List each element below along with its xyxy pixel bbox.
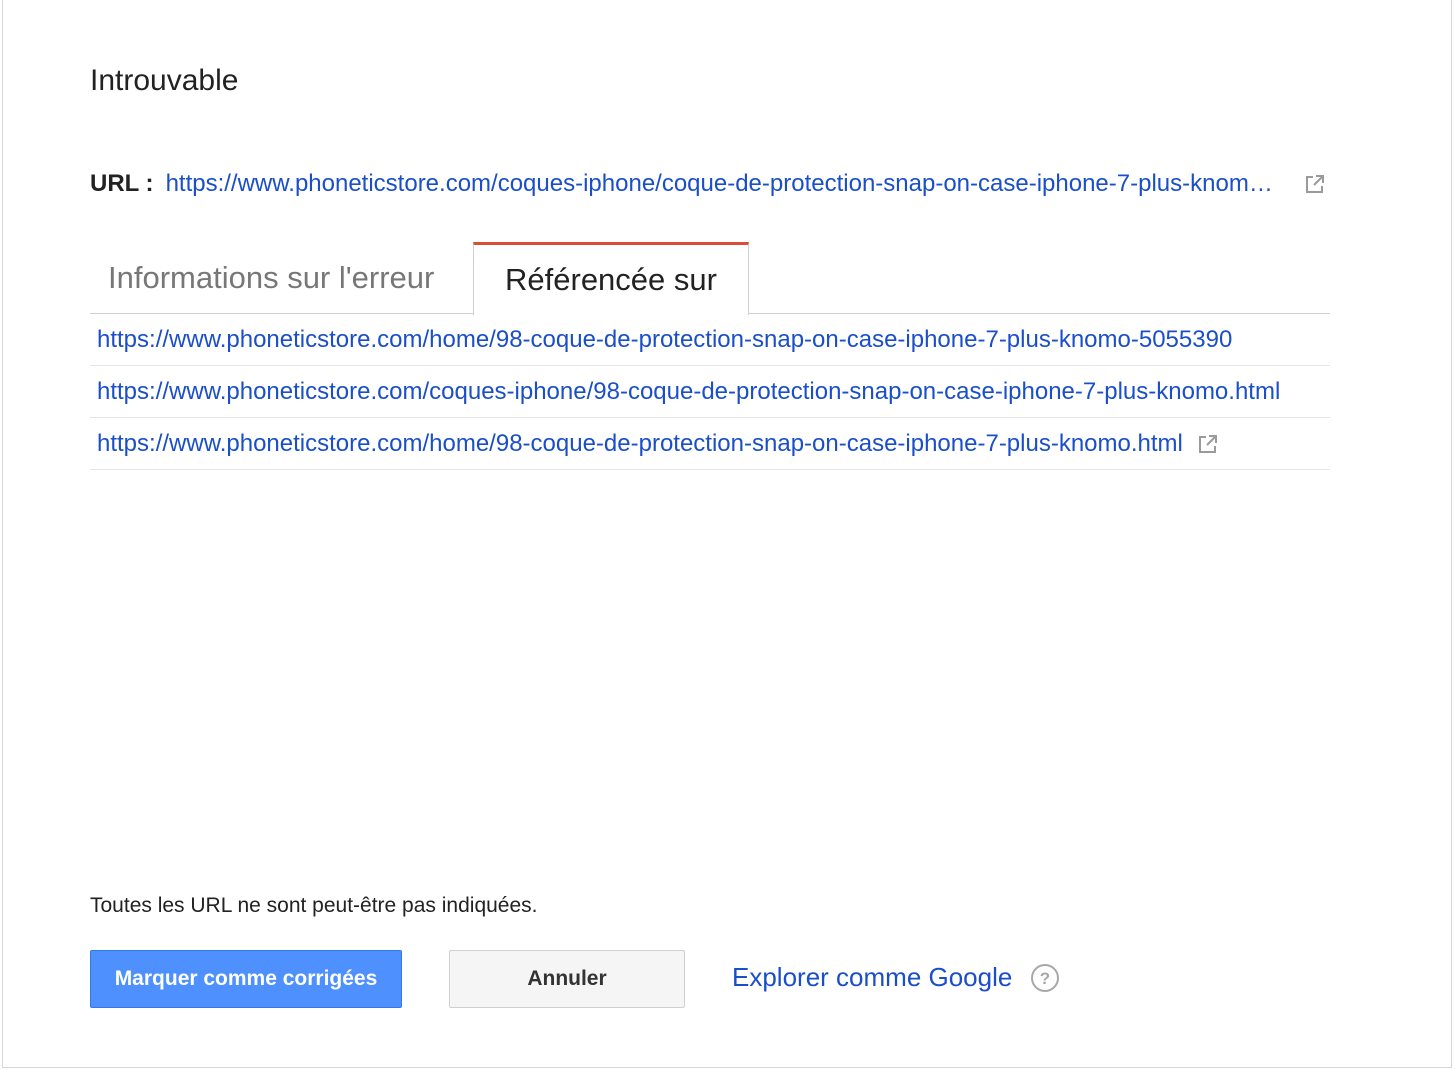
url-row: URL : https://www.phoneticstore.com/coqu…	[90, 170, 1330, 198]
tab-bar: Informations sur l'erreur Référencée sur	[90, 242, 1330, 315]
tab-error-info[interactable]: Informations sur l'erreur	[90, 242, 452, 314]
url-link[interactable]: https://www.phoneticstore.com/coques-iph…	[166, 170, 1286, 198]
external-link-icon[interactable]	[1304, 173, 1326, 195]
partial-list-note: Toutes les URL ne sont peut-être pas ind…	[90, 894, 538, 917]
referenced-url-list: https://www.phoneticstore.com/home/98-co…	[90, 314, 1330, 470]
referenced-url-link[interactable]: https://www.phoneticstore.com/coques-iph…	[97, 378, 1280, 406]
list-item: https://www.phoneticstore.com/home/98-co…	[90, 314, 1330, 366]
referenced-url-link[interactable]: https://www.phoneticstore.com/home/98-co…	[97, 430, 1183, 458]
list-item: https://www.phoneticstore.com/coques-iph…	[90, 366, 1330, 418]
tab-referenced-on[interactable]: Référencée sur	[473, 242, 749, 315]
list-item: https://www.phoneticstore.com/home/98-co…	[90, 418, 1330, 470]
mark-fixed-button[interactable]: Marquer comme corrigées	[90, 950, 402, 1008]
error-details-dialog: Introuvable URL : https://www.phoneticst…	[2, 0, 1452, 1068]
svg-text:?: ?	[1040, 969, 1050, 988]
dialog-title: Introuvable	[90, 64, 239, 97]
referenced-url-link[interactable]: https://www.phoneticstore.com/home/98-co…	[97, 326, 1232, 354]
cancel-button[interactable]: Annuler	[449, 950, 685, 1008]
external-link-icon[interactable]	[1197, 433, 1219, 455]
url-label: URL :	[90, 170, 154, 197]
help-circle-icon[interactable]: ?	[1030, 963, 1060, 993]
fetch-as-google-link[interactable]: Explorer comme Google	[732, 962, 1012, 993]
